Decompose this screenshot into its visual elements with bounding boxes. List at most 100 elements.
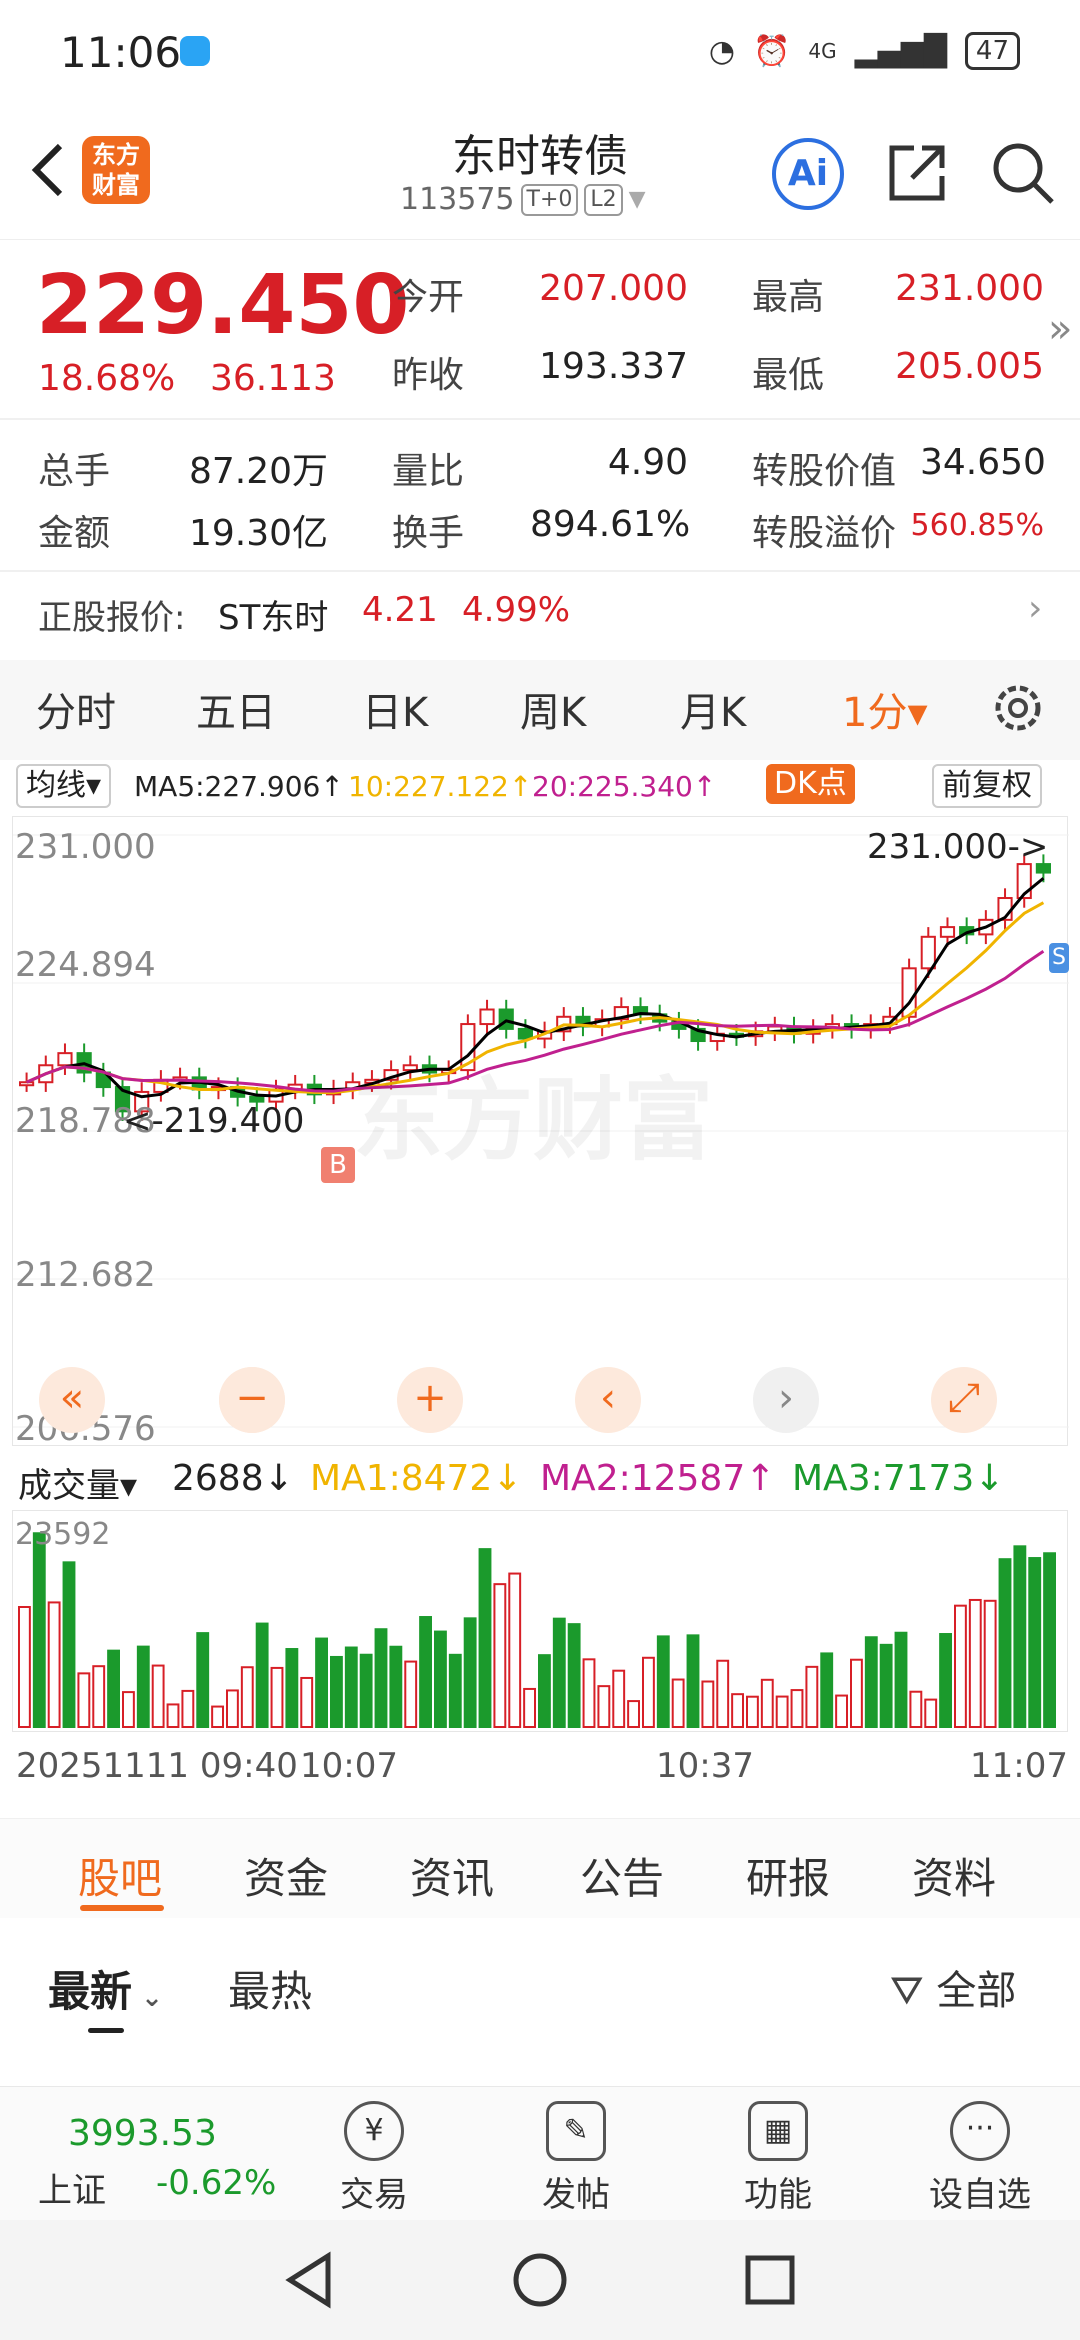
tab-funds[interactable]: 资金 <box>244 1845 328 1906</box>
tab-monthly-k[interactable]: 月K <box>680 680 746 738</box>
volume-bar <box>226 1689 239 1728</box>
low-value: 205.005 <box>895 346 1044 387</box>
underlying-label: 正股报价: <box>38 598 186 638</box>
tab-announcements[interactable]: 公告 <box>580 1845 664 1906</box>
tab-news[interactable]: 资讯 <box>410 1845 494 1906</box>
sort-latest-label: 最新 <box>48 1967 133 2016</box>
quote-panel[interactable]: 229.450 18.68% 36.113 今开 207.000 最高 231.… <box>0 240 1080 570</box>
tab-guba[interactable]: 股吧 <box>78 1845 162 1906</box>
post-button[interactable]: ✎ 发帖 <box>496 2101 656 2216</box>
volume-bar <box>389 1645 403 1729</box>
volume-chart[interactable]: 23592 <box>12 1510 1068 1732</box>
volume-bar <box>270 1666 284 1728</box>
back-icon[interactable] <box>26 140 76 200</box>
candlestick-chart[interactable]: 231.000 224.894 218.788 212.682 206.576 … <box>12 816 1069 1449</box>
tab-daily-k[interactable]: 日K <box>362 680 428 738</box>
settings-gear-icon[interactable] <box>990 680 1046 736</box>
prev-close-label: 昨收 <box>392 355 465 396</box>
volume-bar <box>240 1666 254 1729</box>
high-value: 231.000 <box>895 268 1044 309</box>
nav-recents-icon[interactable] <box>740 2250 800 2310</box>
tab-profile[interactable]: 资料 <box>912 1845 996 1906</box>
volume-bar <box>686 1634 700 1728</box>
step-right-icon[interactable]: › <box>753 1367 819 1433</box>
step-left-icon[interactable]: ‹ <box>575 1367 641 1433</box>
divider <box>0 418 1080 420</box>
volume-bar <box>582 1658 596 1728</box>
volume-bar <box>1028 1557 1042 1728</box>
volume-bar <box>330 1655 343 1728</box>
sell-marker[interactable]: S <box>1049 943 1069 973</box>
trade-button[interactable]: ¥ 交易 <box>294 2101 454 2216</box>
add-watchlist-button[interactable]: ··· 设自选 <box>900 2101 1060 2216</box>
turnover-value: 894.61% <box>530 504 691 545</box>
dk-point-button[interactable]: DK点 <box>766 764 855 804</box>
fast-back-icon[interactable]: « <box>39 1367 105 1433</box>
share-icon[interactable] <box>884 140 950 206</box>
volume-bar <box>77 1672 91 1729</box>
time-label-end: 11:07 <box>970 1746 1068 1786</box>
battery-icon: 47 <box>964 32 1020 70</box>
time-label-3: 10:37 <box>656 1746 754 1786</box>
volume-bar <box>805 1665 819 1728</box>
filter-all[interactable]: ⛛ 全部 <box>890 1958 1016 2016</box>
volume-bar <box>597 1685 611 1728</box>
fullscreen-icon[interactable]: ⤢ <box>931 1367 997 1433</box>
volume-selector[interactable]: 成交量▾ <box>18 1458 137 1507</box>
volume-bar <box>552 1617 566 1728</box>
tab-intraday[interactable]: 分时 <box>36 680 116 738</box>
security-code-row[interactable]: 113575 T+0 L2 ▼ <box>400 182 646 217</box>
volume-bar <box>374 1628 388 1728</box>
sort-latest[interactable]: 最新 ⌄ <box>48 1958 163 2019</box>
nav-back-icon[interactable] <box>280 2250 340 2310</box>
volume-bar <box>760 1678 774 1728</box>
volume-bar <box>359 1653 373 1729</box>
change-percent: 18.68% <box>38 358 176 399</box>
zoom-out-icon[interactable]: − <box>219 1367 285 1433</box>
volume-ratio-value: 4.90 <box>607 442 688 483</box>
volume-ratio-label: 量比 <box>392 451 465 492</box>
ai-assistant-icon[interactable]: Ai <box>772 138 844 210</box>
adjust-button[interactable]: 前复权 <box>932 764 1042 808</box>
tab-five-day[interactable]: 五日 <box>196 680 276 738</box>
app-logo: 东方 财富 <box>82 136 150 204</box>
volume-bar <box>285 1648 299 1728</box>
tab-research[interactable]: 研报 <box>746 1845 830 1906</box>
search-icon[interactable] <box>990 140 1056 206</box>
volume-bar <box>701 1680 715 1729</box>
chevron-right-icon[interactable]: » <box>1048 306 1072 352</box>
volume-bar <box>151 1664 165 1728</box>
functions-button[interactable]: ▦ 功能 <box>698 2101 858 2216</box>
volume-bar <box>493 1583 507 1728</box>
volume-bar <box>181 1689 195 1728</box>
volume-bar <box>434 1630 447 1728</box>
sort-underline <box>88 2028 124 2033</box>
volume-bar <box>954 1604 967 1728</box>
low-marker: <-219.400 <box>123 1101 305 1141</box>
index-value[interactable]: 3993.53 <box>68 2113 217 2154</box>
candle <box>57 1052 73 1067</box>
ma20-value: 20:225.340↑ <box>532 770 717 803</box>
buy-marker[interactable]: B <box>321 1147 355 1183</box>
chat-notification-icon <box>180 36 210 66</box>
filter-icon: ⛛ <box>890 1968 924 2014</box>
volume-bar <box>894 1631 908 1728</box>
tab-1min[interactable]: 1分▾ <box>842 680 928 738</box>
sort-hot[interactable]: 最热 <box>228 1958 312 2019</box>
nav-home-icon[interactable] <box>510 2250 570 2310</box>
volume-bar <box>731 1693 745 1728</box>
change-amount: 36.113 <box>210 358 336 399</box>
watermark: 东方财富 <box>353 1068 713 1173</box>
time-label-start: 20251111 09:40 <box>16 1746 298 1786</box>
volume-bar <box>419 1616 432 1728</box>
volume-bar <box>909 1690 923 1728</box>
logo-line1: 东方 <box>92 141 140 169</box>
volume-bar <box>523 1687 536 1729</box>
volume-bar <box>92 1665 106 1728</box>
signal-icon: ▂▄▆█ <box>854 33 947 69</box>
tab-weekly-k[interactable]: 周K <box>520 680 586 738</box>
ma-selector[interactable]: 均线▾ <box>16 764 112 808</box>
info-tabs: 股吧 资金 资讯 公告 研报 资料 <box>0 1818 1080 1918</box>
zoom-in-icon[interactable]: + <box>397 1367 463 1433</box>
underlying-stock-row[interactable]: 正股报价: ST东时 4.21 4.99% › <box>0 572 1080 652</box>
